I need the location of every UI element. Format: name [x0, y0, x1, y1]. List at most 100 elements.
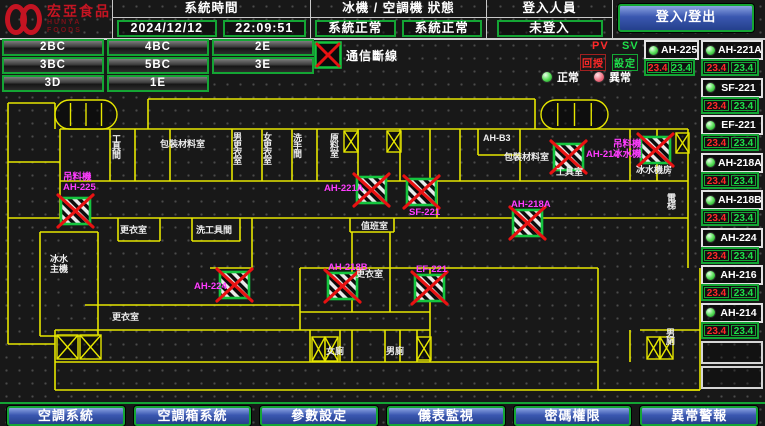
unit-name-label: SF-221: [718, 82, 759, 94]
room-label: 女廁: [326, 345, 344, 356]
hunya-logo-icon: [5, 4, 42, 35]
stairwell-x-icon: [344, 131, 358, 152]
unit-lamp-icon: [705, 270, 716, 281]
plan-unit-label: SF-221: [409, 207, 441, 218]
unit-lamp-icon: [705, 232, 716, 243]
plan-unit-AH-218A[interactable]: [510, 207, 545, 239]
room-label: AH-B3: [483, 133, 511, 143]
unit-lamp-icon: [648, 45, 659, 56]
unit-sv-value: 23.4: [731, 175, 756, 186]
nav-button-3[interactable]: 參數設定: [260, 406, 378, 426]
unit-name-label: AH-218B: [718, 194, 762, 206]
room-label: 冰水: [50, 253, 69, 264]
plan-unit-AH-225[interactable]: [58, 195, 93, 227]
unit-readings-AH-218A: 23.423.4: [701, 172, 759, 189]
stairwell-x-icon: [312, 337, 325, 361]
nav-button-5[interactable]: 密碼權限: [514, 406, 632, 426]
unit-AH-221A[interactable]: AH-221A: [701, 40, 763, 60]
pv-label: PV: [592, 40, 609, 52]
unit-sv-value: 23.4: [671, 62, 693, 73]
floor-button-1E[interactable]: 1E: [107, 75, 209, 92]
unit-AH-216[interactable]: AH-216: [701, 265, 763, 285]
unit-pv-value: 23.4: [704, 100, 729, 111]
pv-sv-header: PV SV 回授 設定: [578, 39, 642, 69]
unit-readings-SF-221: 23.423.4: [701, 97, 759, 114]
empty-unit-slot: [701, 366, 763, 389]
hvac-scada-screen: { "header": { "logo": {"name": "宏亞食品", "…: [0, 0, 765, 426]
plan-unit-label: AH-218A: [511, 199, 551, 210]
abnormal-label: 異常: [609, 69, 631, 85]
comm-loss-label: 通信斷線: [346, 47, 398, 64]
plan-unit-EF-221[interactable]: [412, 272, 447, 304]
unit-pv-value: 23.4: [647, 62, 669, 73]
unit-AH-218B[interactable]: AH-218B: [701, 190, 763, 210]
plan-unit-label: AH-225: [63, 182, 96, 193]
plan-unit-AH-218B[interactable]: [325, 270, 360, 302]
unit-name-label: AH-218A: [718, 157, 762, 169]
unit-lamp-icon: [705, 45, 716, 56]
unit-sv-value: 23.4: [731, 137, 756, 148]
plan-unit-label: EF-221: [416, 264, 448, 275]
room-label: 更衣室: [356, 268, 383, 279]
unit-readings-EF-221: 23.423.4: [701, 134, 759, 151]
nav-button-6[interactable]: 異常警報: [640, 406, 758, 426]
unit-lamp-icon: [705, 120, 716, 131]
ahu-status-value: 系統正常: [402, 20, 483, 37]
nav-button-2[interactable]: 空調箱系統: [134, 406, 252, 426]
spiral-stair-icon: [55, 100, 117, 129]
unit-AH-214[interactable]: AH-214: [701, 303, 763, 323]
nav-button-1[interactable]: 空調系統: [7, 406, 125, 426]
unit-lamp-icon: [705, 195, 716, 206]
room-label: 洗工具間: [196, 224, 232, 235]
plan-unit-SF-221[interactable]: [404, 176, 439, 208]
unit-AH-224[interactable]: AH-224: [701, 228, 763, 248]
room-label: 包裝材料室: [503, 151, 549, 162]
floor-selector: 2BC4BC2E 3BC5BC3E 3D1E: [2, 39, 316, 92]
unit-readings-AH-216: 23.423.4: [701, 284, 759, 301]
machine-status-label: 冰機 / 空調機 狀態: [311, 0, 486, 18]
bottom-nav: 空調系統空調箱系統參數設定儀表監視密碼權限異常警報: [0, 402, 765, 426]
stairwell-x-icon: [417, 337, 431, 360]
unit-readings-AH-221A: 23.423.4: [701, 59, 759, 76]
unit-status-panel: AH-22523.423.4AH-221A23.423.4SF-22123.42…: [641, 38, 765, 406]
system-date-value: 2024/12/12: [117, 20, 217, 37]
unit-name-label: AH-224: [718, 232, 759, 244]
logo-subtitle: HUNYA FOODS: [47, 19, 112, 35]
unit-EF-221[interactable]: EF-221: [701, 115, 763, 135]
room-label: 男更衣室: [232, 132, 243, 165]
stairwell-x-icon: [387, 131, 401, 152]
floor-button-3BC[interactable]: 3BC: [2, 57, 104, 74]
floor-button-2E[interactable]: 2E: [212, 39, 314, 56]
room-label: 原料室: [329, 133, 339, 158]
unit-lamp-icon: [705, 157, 716, 168]
unit-AH-225[interactable]: AH-225: [644, 40, 699, 60]
unit-sv-value: 23.4: [731, 62, 756, 73]
unit-AH-218A[interactable]: AH-218A: [701, 153, 763, 173]
floor-button-3D[interactable]: 3D: [2, 75, 104, 92]
empty-unit-slot: [701, 341, 763, 364]
system-time-label: 系統時間: [113, 0, 310, 18]
floor-button-2BC[interactable]: 2BC: [2, 39, 104, 56]
unit-pv-value: 23.4: [704, 175, 729, 186]
system-clock-value: 22:09:51: [223, 20, 306, 37]
logo: 宏亞食品 HUNYA FOODS: [0, 0, 112, 38]
login-section: 登入人員 未登入: [486, 0, 612, 38]
unit-readings-AH-225: 23.423.4: [644, 59, 695, 76]
unit-pv-value: 23.4: [704, 62, 729, 73]
unit-sv-value: 23.4: [731, 325, 756, 336]
unit-pv-value: 23.4: [704, 250, 729, 261]
chiller-status-value: 系統正常: [315, 20, 396, 37]
floor-button-3E[interactable]: 3E: [212, 57, 314, 74]
room-label: 更衣室: [120, 224, 147, 235]
login-logout-button[interactable]: 登入/登出: [618, 4, 754, 32]
normal-label: 正常: [557, 69, 579, 85]
unit-SF-221[interactable]: SF-221: [701, 78, 763, 98]
room-label: 包裝材料室: [159, 138, 205, 149]
unit-sv-value: 23.4: [731, 100, 756, 111]
unit-readings-AH-218B: 23.423.4: [701, 209, 759, 226]
floor-button-5BC[interactable]: 5BC: [107, 57, 209, 74]
nav-button-4[interactable]: 儀表監視: [387, 406, 505, 426]
unit-name-label: AH-225: [661, 44, 697, 56]
floor-button-4BC[interactable]: 4BC: [107, 39, 209, 56]
room-label: 工具室: [556, 166, 583, 177]
